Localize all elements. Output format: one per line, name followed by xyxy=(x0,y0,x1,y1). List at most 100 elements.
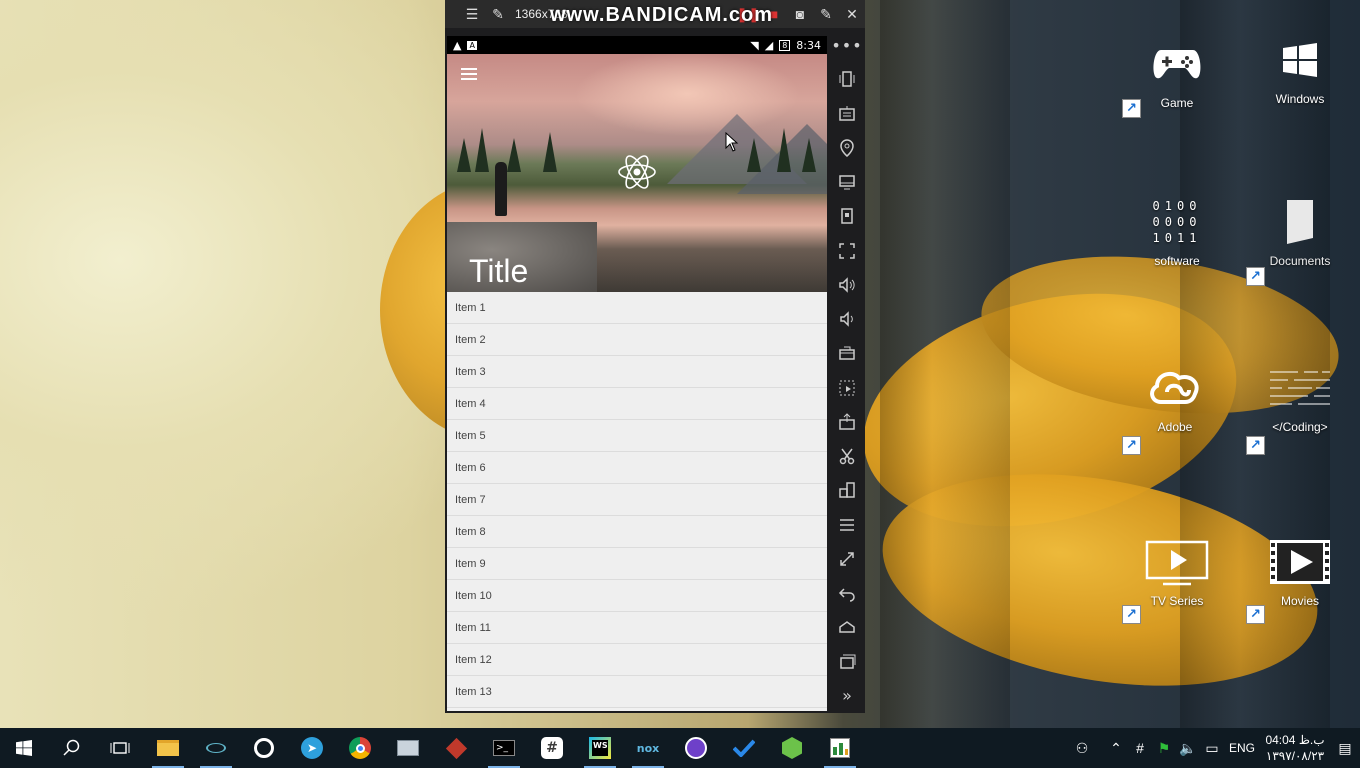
people-icon[interactable]: ⚇ xyxy=(1070,740,1094,757)
desktop-icon-movies[interactable]: Movies xyxy=(1245,530,1355,608)
hamburger-menu-icon[interactable] xyxy=(461,68,477,83)
expand-icon[interactable]: » xyxy=(832,679,862,713)
nox-icon[interactable]: nox xyxy=(624,728,672,768)
desktop-icon-label: Documents xyxy=(1269,254,1331,268)
terminal-icon[interactable]: >_ xyxy=(480,728,528,768)
menu-lines-icon[interactable] xyxy=(832,508,862,542)
todo-check-icon[interactable] xyxy=(720,728,768,768)
phone-screen: ▲ A ◥ ◢ 8 8:34 Title Item 1 Item 2 Item … xyxy=(447,36,827,711)
hiker-figure xyxy=(495,162,507,216)
volume-up-icon[interactable] xyxy=(832,268,862,302)
android-emulator-window: ▲ A ◥ ◢ 8 8:34 Title Item 1 Item 2 Item … xyxy=(445,28,865,713)
slack-icon[interactable]: # xyxy=(528,728,576,768)
header-image: Title xyxy=(447,54,827,292)
desktop-icon-software[interactable]: 0100 0000 1011 software xyxy=(1122,190,1232,268)
git-diamond-icon[interactable] xyxy=(432,728,480,768)
telegram-icon[interactable]: ➤ xyxy=(288,728,336,768)
scissors-icon[interactable] xyxy=(832,439,862,473)
list-item[interactable]: Item 4 xyxy=(447,388,827,420)
close-icon[interactable]: ✕ xyxy=(839,6,865,23)
shortcut-arrow-icon: ↗ xyxy=(1122,605,1141,624)
list-item[interactable]: Item 6 xyxy=(447,452,827,484)
circle-app-icon[interactable] xyxy=(240,728,288,768)
location-icon[interactable] xyxy=(832,131,862,165)
chrome-icon[interactable] xyxy=(336,728,384,768)
notifications-icon[interactable]: ▤ xyxy=(1330,740,1360,757)
monitor-app-icon[interactable] xyxy=(384,728,432,768)
chevron-up-icon[interactable]: ⌃ xyxy=(1104,740,1128,757)
mouse-cursor-icon xyxy=(725,132,739,152)
language-indicator[interactable]: ENG xyxy=(1224,741,1260,755)
pencil-icon[interactable]: ✎ xyxy=(813,6,839,23)
tree-decoration xyxy=(507,138,521,172)
slack-tray-icon[interactable]: # xyxy=(1128,740,1152,756)
android-status-bar: ▲ A ◥ ◢ 8 8:34 xyxy=(447,36,827,54)
tree-decoration xyxy=(777,128,791,172)
desktop-icon-tv-series[interactable]: TV Series xyxy=(1122,530,1232,608)
tree-decoration xyxy=(457,138,471,172)
keyboard-icon[interactable] xyxy=(832,97,862,131)
record-macro-icon[interactable] xyxy=(832,371,862,405)
list-item[interactable]: Item 5 xyxy=(447,420,827,452)
camera-icon[interactable]: ◙ xyxy=(787,6,813,23)
resize-icon[interactable] xyxy=(832,542,862,576)
network-icon[interactable]: ▭ xyxy=(1200,740,1224,757)
desktop-icon-windows[interactable]: Windows xyxy=(1245,28,1355,106)
desktop-icon-label: Adobe xyxy=(1157,420,1193,434)
list-item[interactable]: Item 11 xyxy=(447,612,827,644)
apk-icon[interactable] xyxy=(832,199,862,233)
list-item[interactable]: Item 12 xyxy=(447,644,827,676)
list-item[interactable]: Item 3 xyxy=(447,356,827,388)
volume-icon[interactable]: 🔈 xyxy=(1176,740,1200,757)
list-item[interactable]: Item 10 xyxy=(447,580,827,612)
windows-logo-icon xyxy=(1245,28,1355,92)
node-icon[interactable] xyxy=(768,728,816,768)
page-title: Title xyxy=(469,253,529,289)
pin-icon[interactable]: ✎ xyxy=(485,6,511,23)
more-options-icon[interactable]: ••• xyxy=(831,28,862,62)
search-icon[interactable] xyxy=(48,728,96,768)
list-item[interactable]: Item 1 xyxy=(447,292,827,324)
document-icon xyxy=(1245,190,1355,254)
list-item[interactable]: Item 7 xyxy=(447,484,827,516)
github-desktop-icon[interactable] xyxy=(672,728,720,768)
system-tray: ⚇ ⌃ # ⚑ 🔈 ▭ ENG 04:04 ب.ظ ۱۳۹۷/۰۸/۲۳ ▤ xyxy=(1070,728,1360,768)
plank-decoration xyxy=(880,0,1010,728)
list-item[interactable]: Item 13 xyxy=(447,676,827,708)
task-view-icon[interactable] xyxy=(96,728,144,768)
desktop-icon-documents[interactable]: Documents xyxy=(1245,190,1355,268)
desktop-icon-coding[interactable]: </Coding> xyxy=(1245,356,1355,434)
recent-apps-icon[interactable] xyxy=(832,645,862,679)
list-item[interactable]: Item 2 xyxy=(447,324,827,356)
bandicam-watermark: www.BANDICAM.com xyxy=(550,4,774,26)
shortcut-arrow-icon: ↗ xyxy=(1122,99,1141,118)
back-icon[interactable] xyxy=(832,576,862,610)
file-explorer-icon[interactable] xyxy=(144,728,192,768)
film-play-icon xyxy=(1245,530,1355,594)
desktop-icon-label: software xyxy=(1154,254,1200,268)
shortcut-arrow-icon: ↗ xyxy=(1122,436,1141,455)
emulator-sidebar: ••• » xyxy=(829,28,865,713)
menu-icon[interactable]: ☰ xyxy=(459,6,485,23)
multi-instance-icon[interactable] xyxy=(832,473,862,507)
screen-icon[interactable] xyxy=(832,165,862,199)
toolbox-icon[interactable] xyxy=(832,336,862,370)
flag-icon[interactable]: ⚑ xyxy=(1152,740,1176,757)
clock[interactable]: 04:04 ب.ظ ۱۳۹۷/۰۸/۲۳ xyxy=(1260,732,1330,764)
volume-down-icon[interactable] xyxy=(832,302,862,336)
desktop-icon-adobe[interactable]: Adobe xyxy=(1120,356,1230,434)
install-apk-icon[interactable] xyxy=(832,405,862,439)
home-icon[interactable] xyxy=(832,610,862,644)
gamepad-icon xyxy=(1122,32,1232,96)
chart-app-icon[interactable] xyxy=(816,728,864,768)
fullscreen-icon[interactable] xyxy=(832,234,862,268)
wifi-icon: ◥ xyxy=(750,38,759,52)
webstorm-icon[interactable]: WS xyxy=(576,728,624,768)
list-item[interactable]: Item 9 xyxy=(447,548,827,580)
start-button-icon[interactable] xyxy=(0,728,48,768)
list-item[interactable]: Item 8 xyxy=(447,516,827,548)
atom-editor-icon[interactable] xyxy=(192,728,240,768)
signal-icon: ◢ xyxy=(764,38,774,52)
desktop-icon-label: Windows xyxy=(1275,92,1325,106)
shake-icon[interactable] xyxy=(832,62,862,96)
